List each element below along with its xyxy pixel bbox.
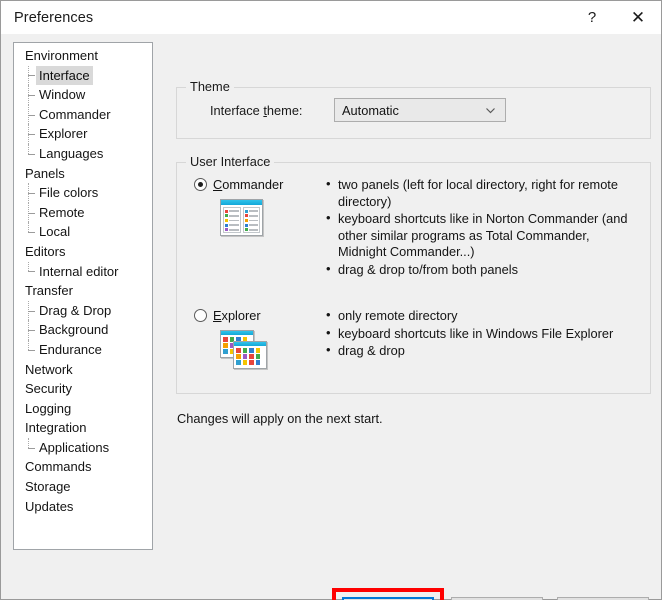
tree-item-label: Languages bbox=[39, 145, 104, 161]
explorer-radio-row[interactable]: Explorer bbox=[194, 308, 269, 323]
tree-item-label: Storage bbox=[25, 479, 71, 495]
tree-item-languages[interactable]: Languages bbox=[14, 143, 152, 164]
commander-feature-item: keyboard shortcuts like in Norton Comman… bbox=[325, 210, 635, 261]
tree-item-label: Panels bbox=[25, 165, 65, 181]
tree-item-endurance[interactable]: Endurance bbox=[14, 339, 152, 360]
tree-item-drag-drop[interactable]: Drag & Drop bbox=[14, 300, 152, 321]
commander-feature-item: drag & drop to/from both panels bbox=[325, 261, 635, 279]
interface-theme-select[interactable]: Automatic bbox=[334, 98, 506, 122]
explorer-radio[interactable] bbox=[194, 309, 207, 322]
tree-item-label: Endurance bbox=[39, 341, 102, 357]
interface-theme-value: Automatic bbox=[342, 102, 399, 118]
explorer-feature-item: keyboard shortcuts like in Windows File … bbox=[325, 325, 635, 343]
tree-item-label: Transfer bbox=[25, 283, 73, 299]
interface-theme-label-pre: Interface bbox=[210, 103, 264, 118]
commander-radio-row[interactable]: Commander bbox=[194, 177, 283, 192]
tree-item-explorer[interactable]: Explorer bbox=[14, 124, 152, 144]
tree-item-label: Internal editor bbox=[39, 263, 119, 279]
tree-item-label: Integration bbox=[25, 420, 87, 436]
tree-item-label: Background bbox=[39, 322, 109, 338]
tree-item-integration[interactable]: Integration bbox=[14, 418, 152, 438]
tree-item-interface[interactable]: Interface bbox=[14, 65, 152, 86]
tree-item-editors[interactable]: Editors bbox=[14, 242, 152, 262]
explorer-feature-list: only remote directorykeyboard shortcuts … bbox=[325, 307, 635, 361]
tree-item-label: Environment bbox=[25, 48, 98, 63]
commander-radio[interactable] bbox=[194, 178, 207, 191]
tree-item-label: Security bbox=[25, 381, 72, 397]
commander-label-rest: ommander bbox=[222, 177, 284, 192]
theme-group-title: Theme bbox=[186, 79, 234, 94]
tree-item-label: Editors bbox=[25, 243, 66, 259]
tree-item-label: Commands bbox=[25, 459, 92, 475]
tree-item-label: Remote bbox=[39, 204, 85, 220]
tree-item-label: Drag & Drop bbox=[39, 302, 112, 318]
tree-item-file-colors[interactable]: File colors bbox=[14, 183, 152, 203]
preferences-dialog: Preferences ? ✕ Environment Interface Wind… bbox=[0, 0, 662, 600]
explorer-label-rest: xplorer bbox=[221, 308, 261, 323]
explorer-radio-label: Explorer bbox=[213, 308, 261, 323]
two-panel-window-icon bbox=[220, 199, 283, 236]
tree-item-background[interactable]: Background bbox=[14, 320, 152, 340]
tree-item-local[interactable]: Local bbox=[14, 222, 152, 242]
commander-radio-label: Commander bbox=[213, 177, 283, 192]
window-title: Preferences bbox=[14, 9, 94, 26]
title-bar-buttons: ? ✕ bbox=[569, 1, 661, 34]
tree-item-label: Local bbox=[39, 224, 71, 240]
tree-item-remote[interactable]: Remote bbox=[14, 202, 152, 223]
tree-item-label: Explorer bbox=[39, 126, 88, 142]
tree-item-window[interactable]: Window bbox=[14, 85, 152, 105]
tree-item-storage[interactable]: Storage bbox=[14, 477, 152, 497]
chevron-down-icon bbox=[485, 105, 496, 116]
tree-item-panels[interactable]: Panels bbox=[14, 164, 152, 184]
theme-group: Theme Interface theme: Automatic bbox=[176, 79, 651, 139]
tree-item-network[interactable]: Network bbox=[14, 360, 152, 380]
tree-item-label: File colors bbox=[39, 185, 99, 201]
dialog-body: Environment Interface Window Commander Explo… bbox=[1, 34, 661, 600]
interface-theme-label-post: heme: bbox=[266, 103, 303, 118]
help-titlebar-icon[interactable]: ? bbox=[569, 1, 615, 34]
commander-feature-item: two panels (left for local directory, ri… bbox=[325, 176, 635, 210]
user-interface-group-title: User Interface bbox=[186, 154, 275, 169]
tree-item-commander[interactable]: Commander bbox=[14, 104, 152, 125]
title-bar: Preferences ? ✕ bbox=[1, 1, 661, 34]
tree-item-label: Logging bbox=[25, 400, 72, 416]
tree-item-label: Applications bbox=[39, 439, 110, 455]
tree-item-label: Interface bbox=[36, 65, 93, 86]
explorer-feature-item: only remote directory bbox=[325, 307, 635, 325]
restart-note: Changes will apply on the next start. bbox=[177, 411, 383, 426]
explorer-accel: E bbox=[213, 308, 222, 323]
close-icon[interactable]: ✕ bbox=[615, 1, 661, 34]
tree-item-commands[interactable]: Commands bbox=[14, 457, 152, 477]
tree-item-environment[interactable]: Environment bbox=[14, 46, 152, 66]
tree-item-applications[interactable]: Applications bbox=[14, 437, 152, 458]
commander-option: Commander bbox=[194, 177, 283, 236]
tree-item-security[interactable]: Security bbox=[14, 379, 152, 399]
explorer-option: Explorer bbox=[194, 308, 269, 372]
explorer-feature-item: drag & drop bbox=[325, 342, 635, 360]
commander-feature-list: two panels (left for local directory, ri… bbox=[325, 176, 635, 280]
tree-item-label: Updates bbox=[25, 498, 74, 514]
tree-item-updates[interactable]: Updates bbox=[14, 497, 152, 517]
tree-item-internal-editor[interactable]: Internal editor bbox=[14, 261, 152, 282]
tree-item-transfer[interactable]: Transfer bbox=[14, 281, 152, 301]
preferences-nav-tree[interactable]: Environment Interface Window Commander Explo… bbox=[13, 42, 153, 550]
interface-theme-label: Interface theme: bbox=[210, 103, 303, 118]
user-interface-group: User Interface Commander • two panels (l… bbox=[176, 154, 651, 394]
tree-item-label: Window bbox=[39, 87, 86, 103]
tree-item-label: Network bbox=[25, 361, 73, 377]
tree-item-label: Commander bbox=[39, 106, 111, 122]
stacked-windows-icon bbox=[220, 330, 269, 372]
commander-accel: C bbox=[213, 177, 223, 192]
tree-item-logging[interactable]: Logging bbox=[14, 399, 152, 419]
